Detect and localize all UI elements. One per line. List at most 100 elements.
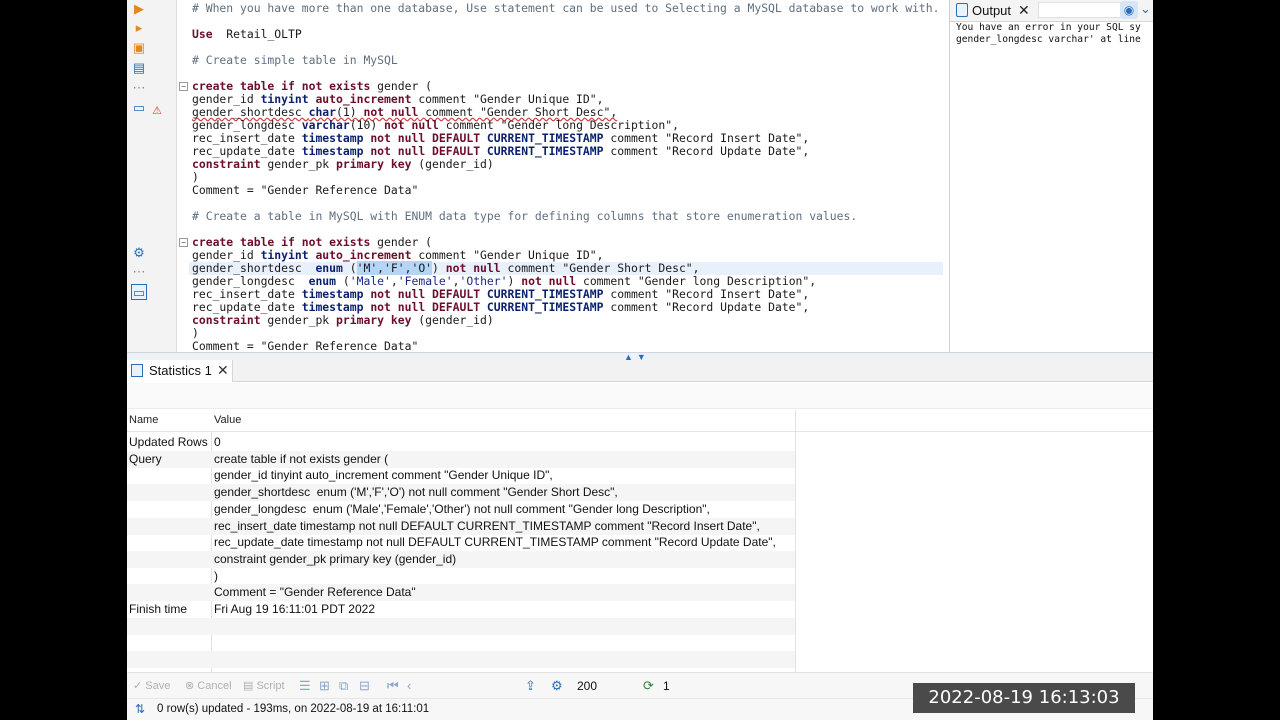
- table-row[interactable]: Finish time Fri Aug 19 16:11:01 PDT 2022: [127, 601, 795, 618]
- fold-toggle-2[interactable]: −: [179, 238, 188, 247]
- code-token-group: create table if not exists gender (: [192, 79, 432, 93]
- statistics-tab-label[interactable]: Statistics 1: [149, 363, 212, 378]
- previous-page-icon[interactable]: ‹: [407, 678, 411, 693]
- code-token: gender_pk: [260, 157, 337, 171]
- table-row[interactable]: rec_insert_date timestamp not null DEFAU…: [127, 517, 795, 535]
- row-value-cell[interactable]: Fri Aug 19 16:11:01 PDT 2022: [214, 601, 375, 618]
- fold-toggle-1[interactable]: −: [179, 82, 188, 91]
- table-row[interactable]: gender_shortdesc enum ('M','F','O') not …: [127, 484, 795, 502]
- code-token: comment "Record Update Date",: [603, 300, 810, 314]
- code-line[interactable]: # When you have more than one database, …: [192, 2, 940, 15]
- close-icon[interactable]: ✕: [217, 362, 229, 379]
- code-token: rec_insert_date: [192, 131, 302, 145]
- delete-row-icon[interactable]: ⊟: [359, 678, 370, 694]
- row-name-cell[interactable]: Query: [129, 451, 162, 468]
- row-name-cell[interactable]: Updated Rows: [129, 434, 208, 451]
- sql-editor[interactable]: # When you have more than one database, …: [189, 0, 949, 352]
- refresh-icon[interactable]: ⟳: [643, 678, 654, 694]
- row-value-cell[interactable]: create table if not exists gender (: [214, 451, 388, 468]
- column-header-value[interactable]: Value: [214, 414, 241, 426]
- table-row[interactable]: gender_longdesc enum ('Male','Female','O…: [127, 501, 795, 518]
- close-icon[interactable]: ✕: [1018, 2, 1030, 19]
- tab-statistics-1[interactable]: Statistics 1 ✕: [127, 360, 233, 382]
- table-row[interactable]: rec_update_date timestamp not null DEFAU…: [127, 534, 795, 551]
- statistics-tab-icon: [131, 364, 143, 377]
- panel-format-icon[interactable]: ☰: [299, 678, 311, 694]
- code-token: CURRENT_TIMESTAMP: [486, 144, 604, 158]
- row-value-cell[interactable]: rec_update_date timestamp not null DEFAU…: [214, 534, 776, 551]
- load-script-icon[interactable]: ▤: [131, 60, 147, 76]
- code-token: ): [192, 170, 199, 184]
- row-value-cell[interactable]: gender_shortdesc enum ('M','F','O') not …: [214, 484, 618, 501]
- table-row[interactable]: ): [127, 568, 795, 585]
- code-token-group: constraint gender_pk primary key (gender…: [192, 157, 494, 171]
- table-row[interactable]: Comment = "Gender Reference Data": [127, 584, 795, 602]
- copy-row-icon[interactable]: ⧉: [339, 678, 348, 694]
- fetch-size-input[interactable]: [573, 677, 633, 695]
- code-token-group: rec_insert_date timestamp not null DEFAU…: [192, 131, 809, 145]
- row-value-cell[interactable]: gender_longdesc enum ('Male','Female','O…: [214, 501, 710, 518]
- script-button[interactable]: ▤ Script: [243, 679, 285, 692]
- code-token-group: gender_id tinyint auto_increment comment…: [192, 92, 604, 106]
- output-tab-icon: [956, 3, 968, 17]
- code-token: gender_pk: [260, 313, 337, 327]
- code-line[interactable]: constraint gender_pk primary key (gender…: [192, 158, 494, 171]
- row-name-cell[interactable]: Finish time: [129, 601, 187, 618]
- code-token: Retail_OLTP: [212, 27, 302, 41]
- fetch-settings-gear-icon[interactable]: ⚙: [551, 678, 563, 694]
- row-value-cell[interactable]: Comment = "Gender Reference Data": [214, 584, 416, 601]
- table-row[interactable]: Updated Rows 0: [127, 434, 795, 451]
- more-icon[interactable]: ⋯: [131, 80, 147, 96]
- table-row[interactable]: constraint gender_pk primary key (gender…: [127, 550, 795, 568]
- row-value-cell[interactable]: gender_id tinyint auto_increment comment…: [214, 467, 553, 484]
- script-button-label: Script: [256, 680, 285, 692]
- output-filter-input[interactable]: [1038, 2, 1124, 18]
- results-filter-toolbar: [127, 383, 1153, 409]
- table-row[interactable]: Query create table if not exists gender (: [127, 450, 795, 468]
- code-token: ): [507, 274, 522, 288]
- execute-statement-icon[interactable]: ▶: [131, 1, 147, 17]
- code-token: 'M','F','O': [356, 261, 433, 275]
- code-line[interactable]: # Create a table in MySQL with ENUM data…: [192, 210, 857, 223]
- settings-gear-icon[interactable]: ⚙: [131, 245, 147, 261]
- output-toggle-icon[interactable]: ▭: [131, 284, 147, 300]
- execute-script-icon[interactable]: ▸: [131, 20, 147, 36]
- code-token: not null: [384, 118, 439, 132]
- code-token: auto_increment: [315, 92, 412, 106]
- chevron-down-icon[interactable]: ⌄: [1140, 1, 1151, 17]
- row-value-cell[interactable]: ): [214, 568, 218, 585]
- status-info-icon: ⇅: [135, 702, 146, 716]
- save-button[interactable]: ✓ Save: [133, 679, 170, 692]
- code-token: not null: [363, 105, 419, 119]
- row-value-cell[interactable]: rec_insert_date timestamp not null DEFAU…: [214, 518, 760, 535]
- refresh-count: 1: [663, 679, 670, 693]
- more-icon-2[interactable]: ⋯: [131, 264, 147, 280]
- output-tab-label[interactable]: Output: [972, 3, 1011, 18]
- table-row[interactable]: gender_id tinyint auto_increment comment…: [127, 467, 795, 484]
- panel-splitter[interactable]: ▲▼: [127, 352, 1153, 362]
- code-token: primary key: [336, 313, 412, 327]
- code-token: (10): [349, 118, 385, 132]
- grid-header: Name Value: [127, 410, 1153, 432]
- row-value-cell[interactable]: 0: [214, 434, 221, 451]
- code-line[interactable]: # Create simple table in MySQL: [192, 54, 398, 67]
- eye-icon[interactable]: ◉: [1120, 1, 1138, 19]
- add-row-icon[interactable]: ⊞: [319, 678, 330, 694]
- cancel-button[interactable]: ⊗ Cancel: [185, 679, 232, 692]
- explain-plan-icon[interactable]: ▣: [131, 40, 147, 56]
- code-token-group: gender_id tinyint auto_increment comment…: [192, 248, 604, 262]
- row-value-cell[interactable]: constraint gender_pk primary key (gender…: [214, 551, 456, 568]
- first-page-icon[interactable]: ⏮: [387, 678, 399, 694]
- code-line[interactable]: Use Retail_OLTP: [192, 28, 302, 41]
- column-header-name[interactable]: Name: [129, 414, 158, 426]
- code-line[interactable]: Comment = "Gender Reference Data": [192, 339, 419, 353]
- code-token: timestamp: [301, 144, 364, 158]
- code-token: comment "Gender Unique ID",: [411, 92, 604, 106]
- code-line[interactable]: constraint gender_pk primary key (gender…: [192, 314, 494, 327]
- code-line[interactable]: Comment = "Gender Reference Data": [192, 184, 418, 197]
- terminal-icon[interactable]: ▭: [131, 100, 147, 116]
- code-token: Comment = "Gender Reference Data": [192, 339, 419, 353]
- code-token: tinyint: [260, 92, 309, 106]
- export-icon[interactable]: ⇪: [525, 678, 536, 694]
- code-token: not null DEFAULT: [370, 144, 481, 158]
